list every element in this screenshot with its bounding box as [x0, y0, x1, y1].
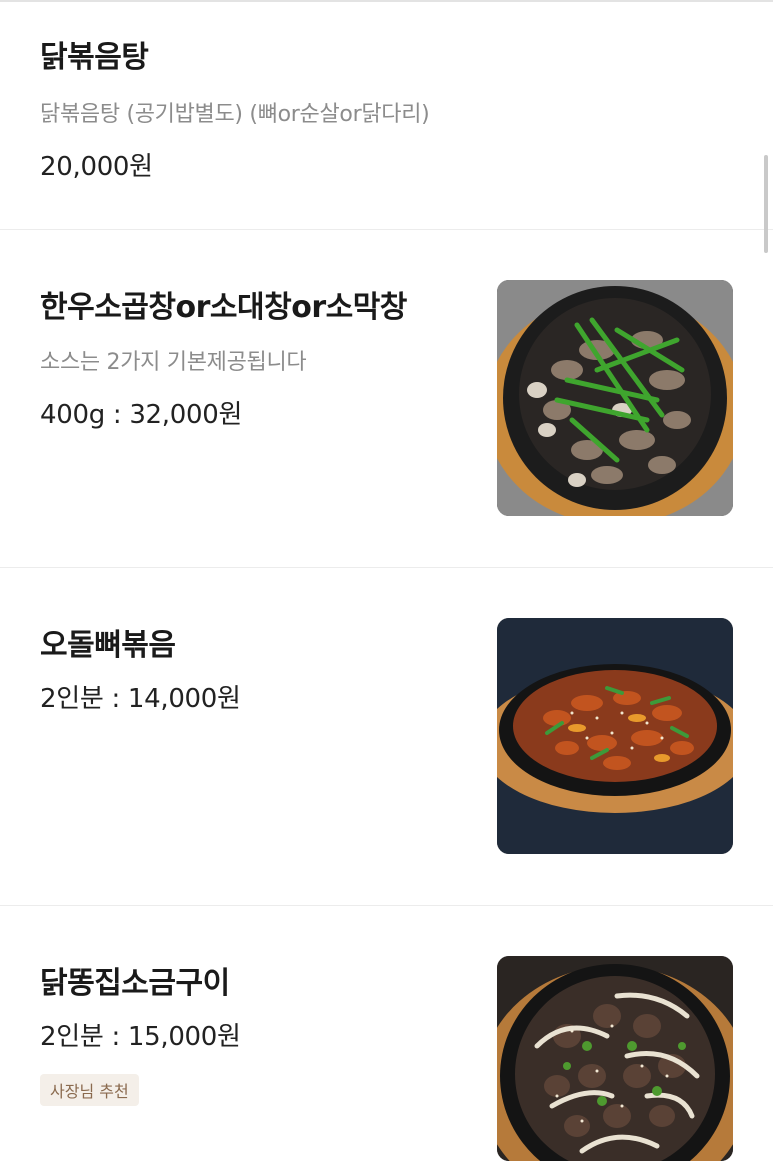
menu-item-price: 2인분 : 14,000원: [40, 684, 241, 714]
menu-item-photo: [497, 280, 733, 516]
menu-item-price: 400g : 32,000원: [40, 400, 243, 430]
salt-grilled-chicken-gizzard-photo: [497, 956, 733, 1161]
menu-item-description: 닭볶음탕 (공기밥별도) (뼈or순살or닭다리): [40, 102, 430, 127]
menu-item-name: 닭똥집소금구이: [40, 966, 230, 1001]
menu-item-odolppyeo[interactable]: 오돌뼈볶음 2인분 : 14,000원: [0, 568, 773, 906]
menu-item-description: 소스는 2가지 기본제공됩니다: [40, 350, 307, 375]
menu-item-price: 2인분 : 15,000원: [40, 1022, 241, 1052]
grilled-beef-intestine-photo: [497, 280, 733, 516]
menu-item-photo: [497, 956, 733, 1161]
menu-item-photo: [497, 618, 733, 854]
menu-item-price: 20,000원: [40, 152, 153, 182]
menu-item-gopchang[interactable]: 한우소곱창or소대창or소막창 소스는 2가지 기본제공됩니다 400g : 3…: [0, 230, 773, 568]
scrollbar[interactable]: [764, 155, 768, 253]
spicy-pork-cartilage-stirfry-photo: [497, 618, 733, 854]
menu-page: 닭볶음탕 닭볶음탕 (공기밥별도) (뼈or순살or닭다리) 20,000원 한…: [0, 0, 773, 1161]
owner-recommend-badge: 사장님 추천: [40, 1074, 139, 1106]
menu-item-name: 한우소곱창or소대창or소막창: [40, 290, 407, 325]
menu-item-dakttongjip[interactable]: 닭똥집소금구이 2인분 : 15,000원 사장님 추천: [0, 906, 773, 1161]
menu-item-name: 닭볶음탕: [40, 40, 149, 75]
menu-item-name: 오돌뼈볶음: [40, 628, 176, 663]
menu-item-dakbokkeumtang[interactable]: 닭볶음탕 닭볶음탕 (공기밥별도) (뼈or순살or닭다리) 20,000원: [0, 2, 773, 230]
